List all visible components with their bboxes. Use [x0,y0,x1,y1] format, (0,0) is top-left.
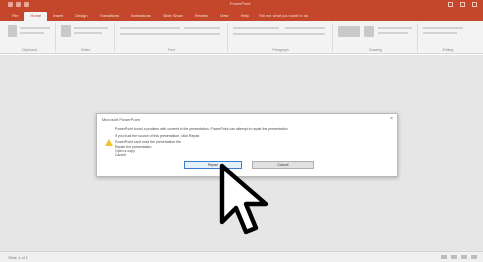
new-slide-icon[interactable] [61,25,71,37]
powerpoint-window: PowerPoint File Home Insert Design Trans… [0,0,483,262]
quick-access-toolbar [8,2,29,7]
minimize-icon[interactable] [448,2,453,7]
tab-help[interactable]: Help [235,12,255,21]
arrange-icon[interactable] [364,26,374,37]
tab-view[interactable]: View [214,12,235,21]
close-icon[interactable] [472,2,477,7]
reading-view-icon[interactable] [461,255,467,259]
save-icon[interactable] [8,2,13,7]
dialog-close-icon[interactable]: × [390,116,393,122]
ribbon-group-drawing: Drawing [334,23,418,52]
ribbon-group-label: Paragraph [272,48,289,52]
tab-review[interactable]: Review [189,12,214,21]
paste-icon[interactable] [8,25,17,37]
ribbon-group-font: Font [116,23,228,52]
mouse-cursor-icon [219,163,269,235]
tab-animations[interactable]: Animations [125,12,157,21]
shapes-icon[interactable] [338,26,360,37]
ribbon-group-clipboard: Clipboard [4,23,56,52]
sorter-view-icon[interactable] [451,255,457,259]
ribbon-group-paragraph: Paragraph [229,23,333,52]
message-line: If you trust the source of this presenta… [115,133,201,138]
zoom-slider[interactable] [471,255,477,259]
ribbon-group-editing: Editing [419,23,477,52]
dialog-message: PowerPoint found a problem with content … [115,127,393,157]
normal-view-icon[interactable] [441,255,447,259]
dialog-title: Microsoft PowerPoint [102,117,140,122]
message-line: PowerPoint found a problem with content … [115,127,289,131]
tab-transitions[interactable]: Transitions [94,12,125,21]
ribbon-tabs: File Home Insert Design Transitions Anim… [0,10,483,21]
tab-home[interactable]: Home [24,12,48,21]
redo-icon[interactable] [24,2,29,7]
app-title: PowerPoint [230,1,251,6]
slide-counter: Slide 1 of 1 [8,255,29,260]
ribbon-group-slides: Slides [57,23,115,52]
tab-slide-show[interactable]: Slide Show [157,12,189,21]
undo-icon[interactable] [16,2,21,7]
detail-line: Cancel [115,153,126,158]
tab-file[interactable]: File [6,12,24,21]
maximize-icon[interactable] [460,2,465,7]
ribbon-group-label: Font [167,48,175,52]
warning-icon [105,139,113,146]
tab-design[interactable]: Design [69,12,93,21]
status-bar: Slide 1 of 1 [0,251,483,262]
ribbon-group-label: Editing [442,48,454,52]
title-bar: PowerPoint [0,0,483,10]
ribbon-group-label: Clipboard [22,48,37,52]
ribbon: Clipboard Slides Font Paragraph Drawing [0,21,483,54]
ribbon-group-label: Slides [80,48,91,52]
tab-insert[interactable]: Insert [47,12,69,21]
tell-me-search[interactable]: Tell me what you want to do [255,12,308,21]
window-controls [448,2,477,7]
view-buttons [441,255,477,259]
ribbon-group-label: Drawing [369,48,382,52]
